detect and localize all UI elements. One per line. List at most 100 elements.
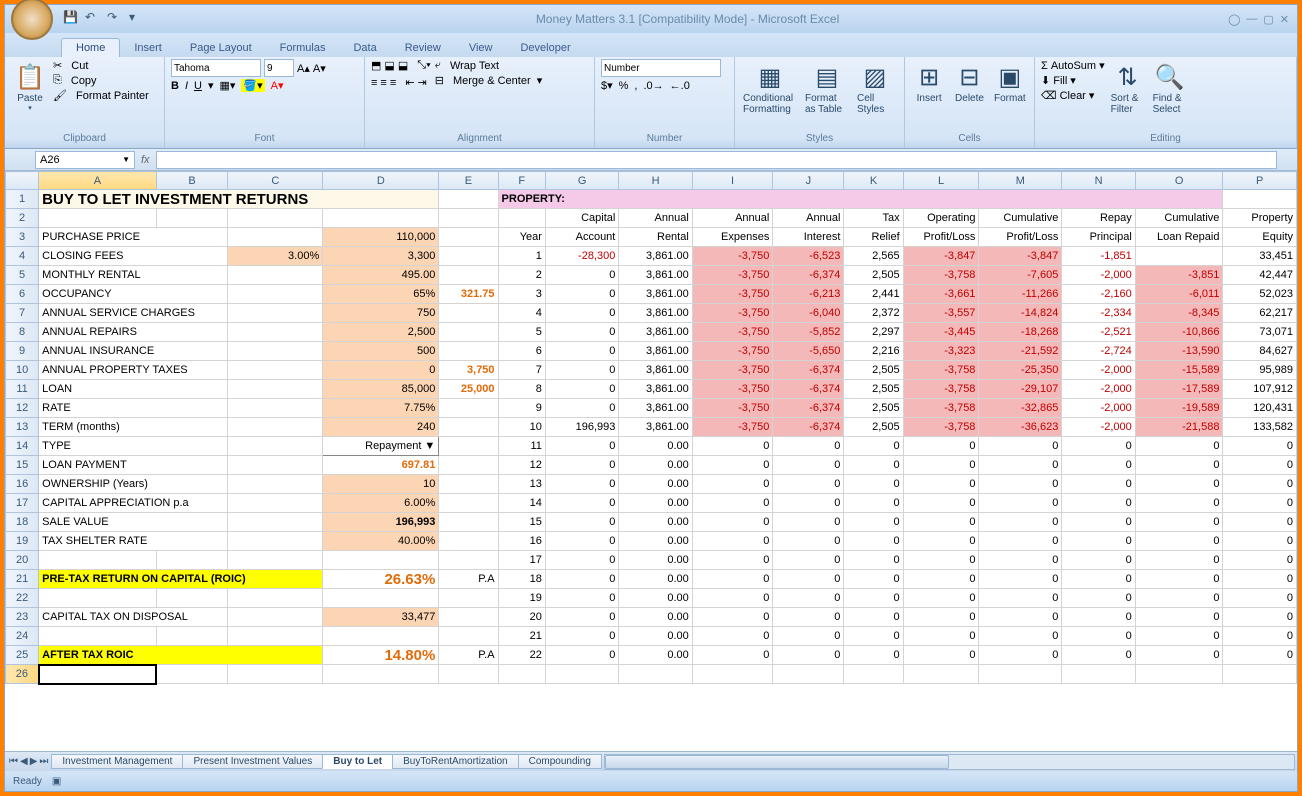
cell[interactable]: 9 <box>498 399 545 418</box>
cell[interactable]: 0 <box>545 627 618 646</box>
cell[interactable]: 0 <box>692 608 773 627</box>
cell[interactable]: -6,374 <box>773 418 844 437</box>
format-painter-button[interactable]: 🖌 Format Painter <box>53 89 149 102</box>
cell[interactable]: 0.00 <box>619 475 692 494</box>
fill-color-button[interactable]: 🪣▾ <box>241 79 264 92</box>
cell[interactable]: -6,040 <box>773 304 844 323</box>
cell[interactable]: 0 <box>773 551 844 570</box>
cell[interactable]: 0 <box>545 285 618 304</box>
cell[interactable]: Property <box>1223 209 1297 228</box>
cell[interactable] <box>1223 665 1297 684</box>
sheet-tab[interactable]: Investment Management <box>51 754 183 769</box>
cell[interactable]: 73,071 <box>1223 323 1297 342</box>
paste-button[interactable]: 📋Paste▾ <box>11 59 49 114</box>
cell[interactable]: 3 <box>498 285 545 304</box>
cell[interactable]: 0 <box>903 456 979 475</box>
find-select-button[interactable]: 🔍Find & Select <box>1151 59 1189 117</box>
column-header[interactable]: C <box>228 172 323 190</box>
cell[interactable]: 15 <box>498 513 545 532</box>
cell[interactable]: 0 <box>1223 551 1297 570</box>
ribbon-tab-insert[interactable]: Insert <box>120 39 176 57</box>
comma-icon[interactable]: , <box>634 80 637 92</box>
column-header[interactable]: N <box>1062 172 1135 190</box>
spreadsheet-grid[interactable]: ABCDEFGHIJKLMNOP1BUY TO LET INVESTMENT R… <box>5 171 1297 751</box>
cell[interactable]: 240 <box>323 418 439 437</box>
cell[interactable]: Expenses <box>692 228 773 247</box>
cell[interactable]: -11,266 <box>979 285 1062 304</box>
cell[interactable]: 0 <box>903 494 979 513</box>
cell[interactable]: 0 <box>692 570 773 589</box>
cell[interactable]: 4 <box>498 304 545 323</box>
cell[interactable]: 2,505 <box>844 418 903 437</box>
cell[interactable]: Relief <box>844 228 903 247</box>
row-header[interactable]: 9 <box>6 342 39 361</box>
cell[interactable]: 0 <box>545 342 618 361</box>
cell[interactable]: -13,590 <box>1135 342 1223 361</box>
cell[interactable]: 0 <box>844 475 903 494</box>
cell[interactable]: 0 <box>1223 513 1297 532</box>
font-size-select[interactable] <box>264 59 294 77</box>
cell[interactable]: 0 <box>844 627 903 646</box>
redo-icon[interactable]: ↷ <box>107 10 125 28</box>
cell[interactable]: 0 <box>979 475 1062 494</box>
column-header[interactable]: O <box>1135 172 1223 190</box>
cell[interactable]: -3,557 <box>903 304 979 323</box>
cell[interactable]: -2,724 <box>1062 342 1135 361</box>
cell[interactable]: 18 <box>498 570 545 589</box>
column-header[interactable]: H <box>619 172 692 190</box>
cell[interactable]: 0 <box>903 475 979 494</box>
sort-filter-button[interactable]: ⇅Sort & Filter <box>1109 59 1147 117</box>
cell[interactable]: 2,372 <box>844 304 903 323</box>
cell[interactable]: -3,750 <box>692 285 773 304</box>
cell[interactable]: 0 <box>773 570 844 589</box>
cell[interactable]: 3,750 <box>439 361 498 380</box>
cell[interactable]: -6,523 <box>773 247 844 266</box>
cell[interactable]: -3,758 <box>903 380 979 399</box>
row-header[interactable]: 18 <box>6 513 39 532</box>
cell[interactable]: -5,650 <box>773 342 844 361</box>
cell[interactable]: -7,605 <box>979 266 1062 285</box>
cell[interactable]: 14.80% <box>323 646 439 665</box>
cell[interactable]: -1,851 <box>1062 247 1135 266</box>
column-header[interactable]: B <box>156 172 228 190</box>
ribbon-tab-home[interactable]: Home <box>61 38 120 57</box>
row-header[interactable]: 17 <box>6 494 39 513</box>
cell[interactable]: 13 <box>498 475 545 494</box>
cell[interactable]: -6,374 <box>773 361 844 380</box>
cell[interactable]: 0.00 <box>619 627 692 646</box>
cell[interactable]: 16 <box>498 532 545 551</box>
cell[interactable]: -2,000 <box>1062 266 1135 285</box>
cell[interactable]: Annual <box>692 209 773 228</box>
cell[interactable]: 0 <box>844 570 903 589</box>
cell[interactable]: 0.00 <box>619 589 692 608</box>
cell[interactable]: Repay <box>1062 209 1135 228</box>
fill-button[interactable]: ⬇ Fill▾ <box>1041 74 1105 87</box>
cell[interactable]: 0 <box>773 437 844 456</box>
qat-dropdown-icon[interactable]: ▾ <box>129 10 147 28</box>
cell[interactable]: 0 <box>1223 570 1297 589</box>
cell[interactable]: 20 <box>498 608 545 627</box>
row-header[interactable]: 11 <box>6 380 39 399</box>
cell[interactable]: -3,758 <box>903 418 979 437</box>
cell[interactable]: 0 <box>979 532 1062 551</box>
cell[interactable]: 0 <box>545 361 618 380</box>
cell[interactable]: -2,000 <box>1062 399 1135 418</box>
cell[interactable]: 33,451 <box>1223 247 1297 266</box>
cell[interactable]: -6,374 <box>773 399 844 418</box>
cell[interactable]: CLOSING FEES <box>39 247 228 266</box>
cell[interactable]: 2,505 <box>844 266 903 285</box>
help-icon[interactable]: ◯ <box>1228 13 1240 26</box>
cell[interactable]: P.A <box>439 570 498 589</box>
cell[interactable]: Account <box>545 228 618 247</box>
minimize-icon[interactable]: — <box>1246 13 1257 26</box>
cell[interactable]: ANNUAL INSURANCE <box>39 342 228 361</box>
cell[interactable]: -6,374 <box>773 380 844 399</box>
cell[interactable]: 0 <box>1223 608 1297 627</box>
cell[interactable]: OCCUPANCY <box>39 285 228 304</box>
cell[interactable]: 2,505 <box>844 380 903 399</box>
cell[interactable]: BUY TO LET INVESTMENT RETURNS <box>39 190 439 209</box>
cell[interactable]: -36,623 <box>979 418 1062 437</box>
cell[interactable]: -21,592 <box>979 342 1062 361</box>
cell[interactable]: -21,588 <box>1135 418 1223 437</box>
cell[interactable]: 0 <box>1135 456 1223 475</box>
